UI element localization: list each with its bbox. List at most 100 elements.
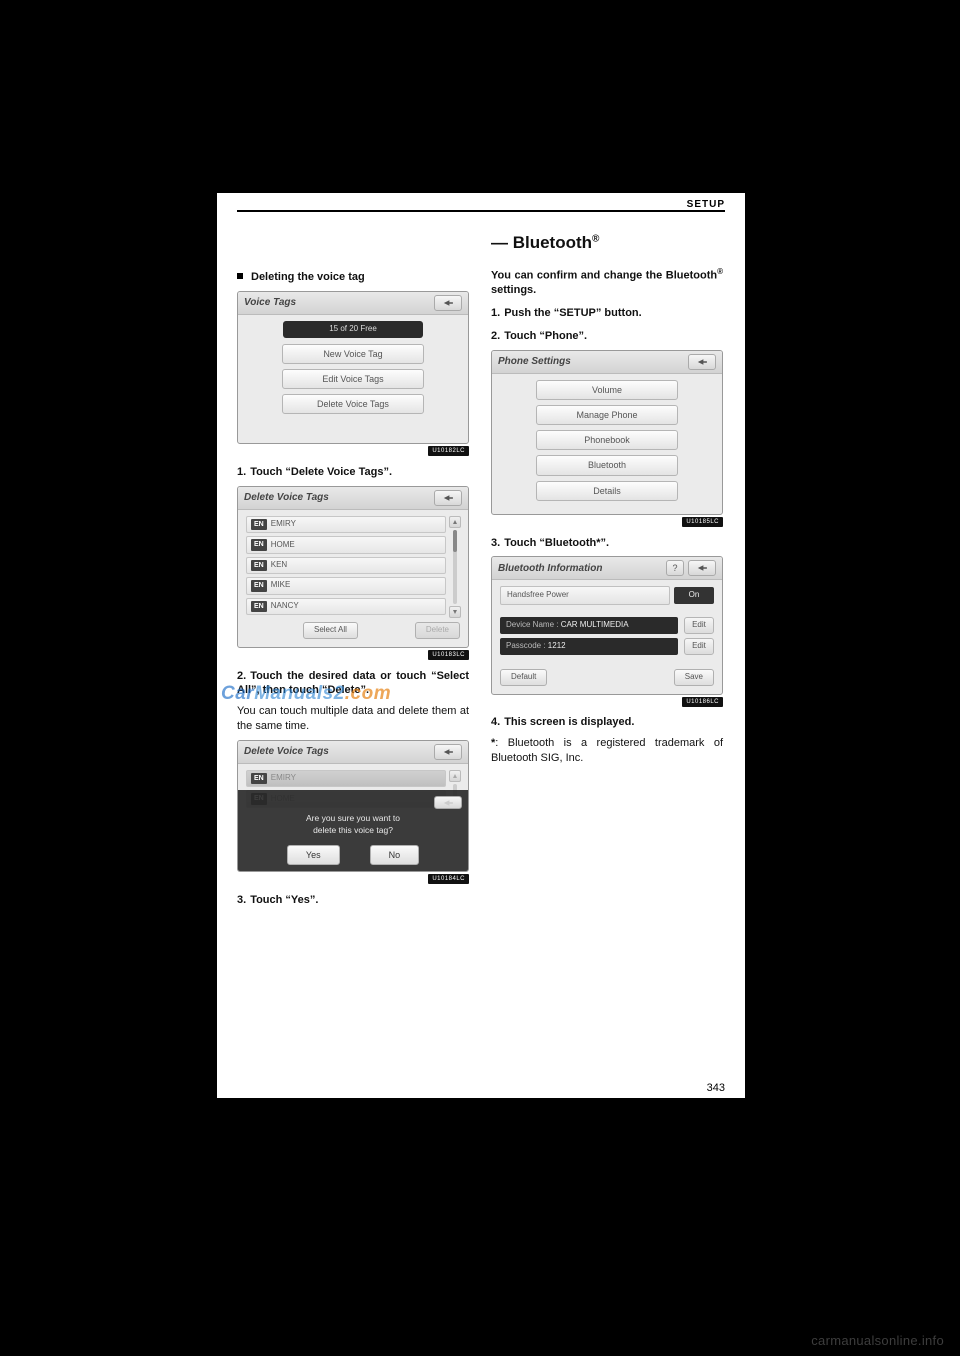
- back-button[interactable]: [688, 354, 716, 370]
- edit-passcode-button[interactable]: Edit: [684, 638, 714, 655]
- back-button[interactable]: [434, 744, 462, 760]
- device-name-field: Device Name : CAR MULTIMEDIA: [500, 617, 678, 634]
- edit-device-name-button[interactable]: Edit: [684, 617, 714, 634]
- screen-body: Volume Manage Phone Phonebook Bluetooth …: [492, 374, 722, 514]
- handsfree-label: Handsfree Power: [500, 586, 670, 605]
- list-item[interactable]: ENNANCY: [246, 598, 446, 615]
- btn-phonebook[interactable]: Phonebook: [536, 430, 678, 450]
- figure-code: U10185LC: [491, 513, 723, 528]
- btn-bluetooth[interactable]: Bluetooth: [536, 455, 678, 475]
- lang-chip: EN: [251, 519, 267, 530]
- screen-title: Delete Voice Tags: [244, 745, 329, 759]
- screen-title: Bluetooth Information: [498, 562, 602, 576]
- left-heading: Deleting the voice tag: [237, 270, 469, 285]
- bullet-icon: [237, 273, 243, 279]
- btn-delete-voice-tags[interactable]: Delete Voice Tags: [282, 394, 424, 414]
- btn-new-voice-tag[interactable]: New Voice Tag: [282, 344, 424, 364]
- back-arrow-icon: [441, 799, 455, 807]
- lang-chip: EN: [251, 580, 267, 591]
- btn-manage-phone[interactable]: Manage Phone: [536, 405, 678, 425]
- titlebar: Bluetooth Information ?: [492, 557, 722, 580]
- figure-code: U10183LC: [237, 646, 469, 661]
- figure-delete-list: Delete Voice Tags ENEMIRY ENHOME ENKEN: [237, 486, 469, 661]
- scroll-down-icon[interactable]: [449, 606, 461, 618]
- modal-text: Are you sure you want to delete this voi…: [306, 813, 400, 837]
- screen-body: Handsfree Power On Device Name : CAR MUL…: [492, 580, 722, 693]
- page-number: 343: [707, 1082, 725, 1094]
- passcode-field: Passcode : 1212: [500, 638, 678, 655]
- modal-back-button[interactable]: [434, 796, 462, 809]
- screen-body: ENEMIRY ENHOME ENKEN ENMIKE ENNANCY: [238, 510, 468, 647]
- step-3: 3.Touch “Yes”.: [237, 893, 469, 908]
- handsfree-toggle[interactable]: On: [674, 587, 714, 604]
- lang-chip: EN: [251, 560, 267, 571]
- yes-button[interactable]: Yes: [287, 845, 340, 865]
- figure-code: U10186LC: [491, 693, 723, 708]
- screen-voice-tags: Voice Tags 15 of 20 Free New Voice Tag E…: [237, 291, 469, 444]
- manual-page: SETUP Deleting the voice tag Voice Tags: [217, 193, 745, 1098]
- list-item[interactable]: ENMIKE: [246, 577, 446, 594]
- counter-pill: 15 of 20 Free: [283, 321, 423, 338]
- screen-delete-confirm: Delete Voice Tags ENEMIRY ENHOME: [237, 740, 469, 872]
- figure-code: U10184LC: [237, 870, 469, 885]
- screen-bluetooth-info: Bluetooth Information ? Handsfree Power: [491, 556, 723, 694]
- scroll-track[interactable]: [453, 530, 457, 604]
- header-rule: [237, 210, 725, 212]
- footnote: *: Bluetooth is a registered trademark o…: [491, 736, 723, 766]
- screen-delete-list: Delete Voice Tags ENEMIRY ENHOME ENKEN: [237, 486, 469, 648]
- help-button[interactable]: ?: [666, 560, 684, 576]
- confirm-modal: Are you sure you want to delete this voi…: [238, 790, 468, 871]
- btn-volume[interactable]: Volume: [536, 380, 678, 400]
- back-button[interactable]: [688, 560, 716, 576]
- r-step-4: 4.This screen is displayed.: [491, 715, 723, 730]
- lang-chip: EN: [251, 601, 267, 612]
- step-1: 1.Touch “Delete Voice Tags”.: [237, 465, 469, 480]
- back-arrow-icon: [441, 299, 455, 307]
- no-button[interactable]: No: [370, 845, 420, 865]
- screen-phone-settings: Phone Settings Volume Manage Phone Phone…: [491, 350, 723, 515]
- r-step-2: 2.Touch “Phone”.: [491, 329, 723, 344]
- bluetooth-title: — Bluetooth®: [491, 232, 723, 255]
- screen-title: Voice Tags: [244, 296, 296, 310]
- back-button[interactable]: [434, 490, 462, 506]
- lang-chip: EN: [251, 773, 267, 784]
- back-arrow-icon: [695, 358, 709, 366]
- list-item[interactable]: ENEMIRY: [246, 516, 446, 533]
- r-step-3: 3.Touch “Bluetooth*”.: [491, 536, 723, 551]
- titlebar: Delete Voice Tags: [238, 741, 468, 764]
- left-column: Deleting the voice tag Voice Tags 15 of …: [237, 260, 469, 914]
- select-all-button[interactable]: Select All: [303, 622, 358, 639]
- scroll-thumb[interactable]: [453, 530, 457, 552]
- screen-title: Delete Voice Tags: [244, 491, 329, 505]
- list-item[interactable]: ENKEN: [246, 557, 446, 574]
- default-button[interactable]: Default: [500, 669, 547, 686]
- site-watermark: carmanualsonline.info: [811, 1333, 944, 1348]
- titlebar: Phone Settings: [492, 351, 722, 374]
- step-2: 2.Touch the desired data or touch “Selec…: [237, 669, 469, 699]
- save-button[interactable]: Save: [674, 669, 714, 686]
- figure-phone-settings: Phone Settings Volume Manage Phone Phone…: [491, 350, 723, 528]
- scroll-up-icon: [449, 770, 461, 782]
- figure-voice-tags: Voice Tags 15 of 20 Free New Voice Tag E…: [237, 291, 469, 457]
- scroll-up-icon[interactable]: [449, 516, 461, 528]
- figure-code: U10182LC: [237, 442, 469, 457]
- left-heading-text: Deleting the voice tag: [251, 271, 365, 283]
- r-step-1: 1.Push the “SETUP” button.: [491, 306, 723, 321]
- titlebar: Delete Voice Tags: [238, 487, 468, 510]
- back-arrow-icon: [695, 564, 709, 572]
- btn-details[interactable]: Details: [536, 481, 678, 501]
- two-columns: Deleting the voice tag Voice Tags 15 of …: [237, 260, 725, 914]
- screen-body: 15 of 20 Free New Voice Tag Edit Voice T…: [238, 315, 468, 443]
- delete-button[interactable]: Delete: [415, 622, 460, 639]
- list-item[interactable]: ENHOME: [246, 536, 446, 553]
- back-arrow-icon: [441, 748, 455, 756]
- figure-delete-confirm: Delete Voice Tags ENEMIRY ENHOME: [237, 740, 469, 885]
- titlebar: Voice Tags: [238, 292, 468, 315]
- canvas: SETUP Deleting the voice tag Voice Tags: [0, 0, 960, 1356]
- screen-title: Phone Settings: [498, 355, 571, 369]
- back-button[interactable]: [434, 295, 462, 311]
- list-item: ENEMIRY: [246, 770, 446, 787]
- btn-edit-voice-tags[interactable]: Edit Voice Tags: [282, 369, 424, 389]
- section-header: SETUP: [237, 199, 725, 210]
- scrollbar[interactable]: [450, 516, 460, 618]
